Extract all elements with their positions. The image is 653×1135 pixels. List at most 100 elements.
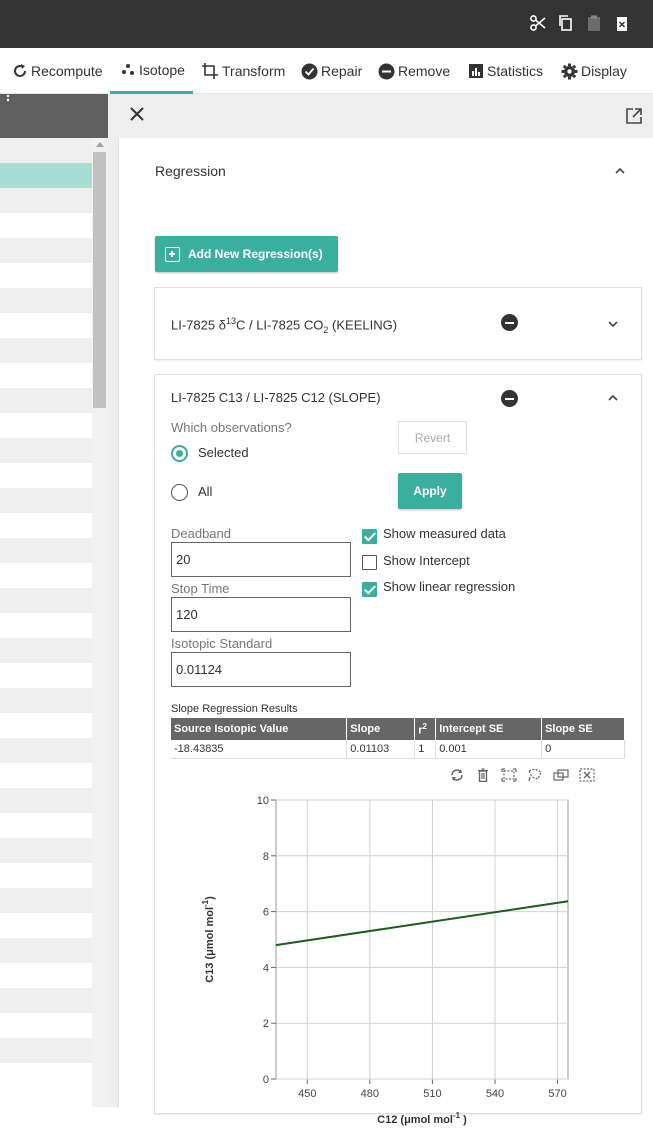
remove-label: Remove: [398, 63, 451, 79]
plus-square-icon: [165, 246, 180, 262]
scrollbar[interactable]: [92, 138, 108, 1107]
chevron-down-icon[interactable]: [608, 319, 618, 329]
list-item[interactable]: [0, 963, 92, 988]
kebab-icon[interactable]: [5, 94, 11, 106]
chevron-up-icon[interactable]: [615, 166, 625, 176]
list-item[interactable]: [0, 288, 92, 313]
section-title: Regression: [155, 163, 226, 179]
repair-button[interactable]: Repair: [301, 48, 362, 94]
list-item[interactable]: [0, 563, 92, 588]
list-item[interactable]: [0, 913, 92, 938]
list-item[interactable]: [0, 438, 92, 463]
list-item[interactable]: [0, 338, 92, 363]
isotope-label: Isotope: [139, 61, 185, 78]
list-item[interactable]: [0, 538, 92, 563]
cell-slope-se: 0: [541, 740, 625, 759]
minus-circle-icon: [378, 63, 395, 79]
list-item[interactable]: [0, 813, 92, 838]
remove-button[interactable]: Remove: [378, 48, 450, 94]
remove-regression-icon[interactable]: [501, 314, 518, 331]
cell-intercept-se: 0.001: [435, 740, 543, 759]
list-item[interactable]: [0, 988, 92, 1013]
show-intercept-checkbox[interactable]: [362, 555, 377, 570]
y-tick-label: 2: [263, 1018, 269, 1030]
list-item[interactable]: [0, 1038, 92, 1063]
check-circle-icon: [301, 63, 318, 79]
list-item[interactable]: [0, 888, 92, 913]
regression-card: Regression Add New Regression(s) LI-7825…: [118, 138, 653, 1126]
panel-header: [108, 94, 653, 138]
crop-icon: [202, 63, 218, 79]
y-tick-label: 10: [257, 795, 269, 807]
list-item[interactable]: [0, 838, 92, 863]
cell-r2: 1: [414, 740, 437, 759]
remove-regression-icon[interactable]: [501, 390, 518, 407]
list-item[interactable]: [0, 738, 92, 763]
add-regression-button[interactable]: Add New Regression(s): [155, 236, 338, 272]
statistics-button[interactable]: Statistics: [468, 48, 543, 94]
add-regression-label: Add New Regression(s): [188, 247, 323, 261]
data-list-panel: [0, 94, 108, 1107]
list-item[interactable]: [0, 163, 92, 188]
display-label: Display: [581, 63, 627, 79]
x-tick-label: 540: [486, 1088, 504, 1100]
list-item[interactable]: [0, 313, 92, 338]
list-item[interactable]: [0, 388, 92, 413]
stop-time-input[interactable]: [171, 597, 351, 632]
radio-selected[interactable]: [171, 445, 188, 462]
list-item[interactable]: [0, 1013, 92, 1038]
close-icon[interactable]: [130, 107, 144, 121]
regression-title: LI-7825 δ13C / LI-7825 CO2 (KEELING): [171, 316, 398, 335]
display-button[interactable]: Display: [561, 48, 627, 94]
list-item[interactable]: [0, 613, 92, 638]
list-item[interactable]: [0, 663, 92, 688]
show-measured-checkbox[interactable]: [362, 529, 377, 544]
gear-icon: [561, 63, 578, 79]
x-axis-label: C12 (μmol mol-1 ): [377, 1111, 467, 1126]
deadband-label: Deadband: [171, 526, 231, 541]
copy-icon[interactable]: [557, 14, 575, 32]
recompute-button[interactable]: Recompute: [12, 48, 103, 94]
list-item[interactable]: [0, 463, 92, 488]
delete-file-icon[interactable]: [613, 14, 631, 32]
list-item[interactable]: [0, 513, 92, 538]
list-item[interactable]: [0, 1063, 92, 1088]
list-item[interactable]: [0, 638, 92, 663]
list-item[interactable]: [0, 863, 92, 888]
list-item[interactable]: [0, 488, 92, 513]
cell-slope: 0.01103: [346, 740, 416, 759]
list-item[interactable]: [0, 763, 92, 788]
scrollbar-thumb[interactable]: [93, 152, 106, 408]
dots-icon: [122, 63, 134, 75]
isotopic-standard-input[interactable]: [171, 652, 351, 687]
external-link-icon[interactable]: [625, 107, 643, 125]
list-item[interactable]: [0, 588, 92, 613]
list-item[interactable]: [0, 938, 92, 963]
list-item[interactable]: [0, 213, 92, 238]
revert-button[interactable]: Revert: [398, 421, 467, 454]
list-item[interactable]: [0, 688, 92, 713]
col-r2: r2: [414, 718, 437, 740]
list-item[interactable]: [0, 238, 92, 263]
apply-button[interactable]: Apply: [398, 473, 462, 509]
show-intercept-label: Show Intercept: [383, 553, 470, 568]
list-item[interactable]: [0, 713, 92, 738]
tab-isotope[interactable]: Isotope: [110, 48, 193, 94]
scroll-up-arrow-icon[interactable]: [96, 142, 104, 147]
list-item[interactable]: [0, 263, 92, 288]
list-item[interactable]: [0, 363, 92, 388]
chevron-up-icon[interactable]: [608, 393, 618, 403]
transform-button[interactable]: Transform: [201, 48, 285, 94]
list-item[interactable]: [0, 413, 92, 438]
list-item[interactable]: [0, 788, 92, 813]
show-linear-checkbox[interactable]: [362, 582, 377, 597]
scissors-icon[interactable]: [529, 14, 547, 32]
radio-all[interactable]: [171, 484, 188, 501]
list-item[interactable]: [0, 138, 92, 163]
list-item[interactable]: [0, 188, 92, 213]
deadband-input[interactable]: [171, 542, 351, 577]
recompute-label: Recompute: [31, 63, 103, 79]
col-slope-se: Slope SE: [541, 718, 625, 740]
cell-source: -18.43835: [171, 740, 348, 759]
regression-item-keeling[interactable]: LI-7825 δ13C / LI-7825 CO2 (KEELING): [154, 287, 642, 360]
